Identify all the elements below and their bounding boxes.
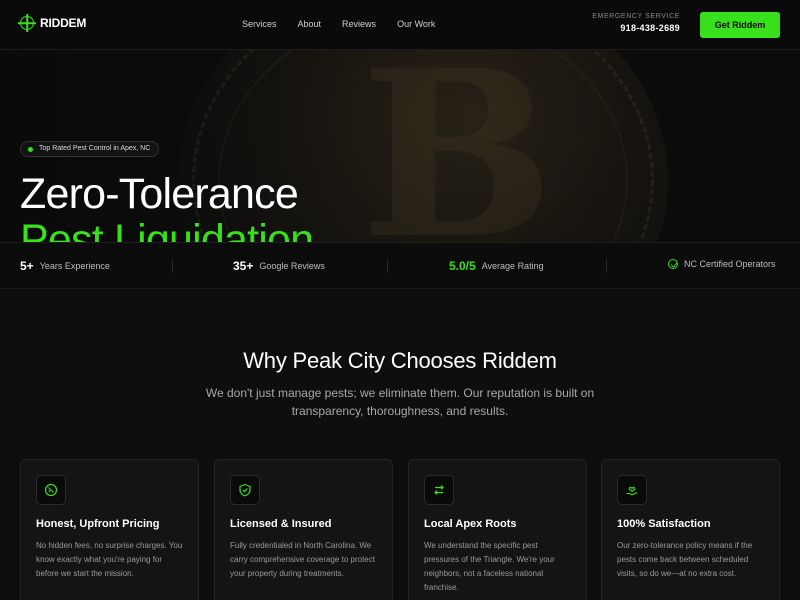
emergency-contact: EMERGENCY SERVICE 918-438-2689 [592,13,680,33]
stat-label: Average Rating [481,261,544,271]
arrows-exchange-icon [424,475,454,505]
get-riddem-button[interactable]: Get Riddem [700,12,780,38]
stat-divider [387,259,388,273]
feature-card: Honest, Upfront Pricing No hidden fees, … [20,459,199,600]
stats-bar: 5+ Years Experience 35+ Google Reviews 5… [0,242,800,289]
card-text: No hidden fees, no surprise charges. You… [36,541,183,578]
card-title: Licensed & Insured [230,518,332,530]
stat-certified: NC Certified Operators [668,259,776,269]
section-title: Why Peak City Chooses Riddem [243,348,557,373]
top-navbar: RIDDEM Services About Reviews Our Work E… [0,0,800,50]
why-section: Why Peak City Chooses Riddem We don't ju… [0,289,800,600]
card-text: Fully credentialed in North Carolina. We… [230,541,375,578]
nav-link-services[interactable]: Services [242,19,277,29]
hand-heart-icon [617,475,647,505]
stat-years: 5+ Years Experience [20,259,110,273]
stat-label: NC Certified Operators [684,259,776,269]
brand-logo[interactable]: RIDDEM [20,16,86,30]
emergency-label: EMERGENCY SERVICE [592,13,680,20]
stat-label: Years Experience [39,261,110,271]
stat-value: 35+ [233,259,254,273]
card-title: 100% Satisfaction [617,518,711,530]
stat-label: Google Reviews [259,261,325,271]
nav-link-about[interactable]: About [298,19,322,29]
hero-section: B Top Rated Pest Control in Apex, NC Zer… [0,50,800,242]
card-text: We understand the specific pest pressure… [424,541,555,592]
stat-divider [172,259,173,273]
stat-value: 5+ [20,259,34,273]
crosshair-icon [20,16,34,30]
price-tag-icon [36,475,66,505]
stat-divider [606,259,607,273]
feature-card: Licensed & Insured Fully credentialed in… [214,459,393,600]
card-text: Our zero-tolerance policy means if the p… [617,541,753,578]
hero-title-accent: Pest Liquidation [20,216,314,242]
card-title: Honest, Upfront Pricing [36,518,160,530]
section-subtitle: We don't just manage pests; we eliminate… [205,386,595,418]
shield-check-icon [230,475,260,505]
nav-links: Services About Reviews Our Work [242,19,435,29]
stat-reviews: 35+ Google Reviews [233,259,325,273]
hero-badge-text: Top Rated Pest Control in Apex, NC [39,145,151,152]
stat-value: 5.0/5 [449,259,476,273]
hero-badge: Top Rated Pest Control in Apex, NC [20,141,160,157]
feature-card: 100% Satisfaction Our zero-tolerance pol… [601,459,780,600]
hero-title: Zero-Tolerance [20,170,299,218]
brand-name: RIDDEM [40,16,87,30]
stat-rating: 5.0/5 Average Rating [449,259,544,273]
feature-card: Local Apex Roots We understand the speci… [408,459,587,600]
card-title: Local Apex Roots [424,518,517,530]
nav-link-reviews[interactable]: Reviews [342,19,376,29]
check-circle-icon [668,259,678,269]
nav-link-our-work[interactable]: Our Work [397,19,435,29]
emergency-phone[interactable]: 918-438-2689 [592,23,680,33]
status-dot-icon [28,147,33,152]
